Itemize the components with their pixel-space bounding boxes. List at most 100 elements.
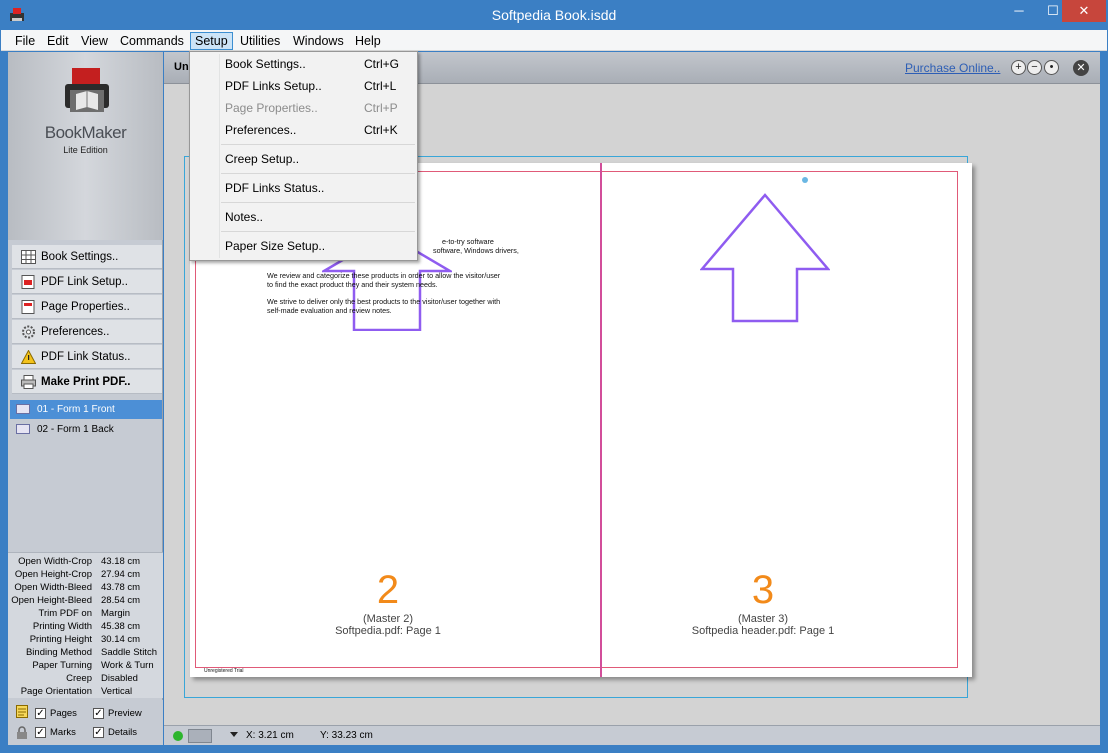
checkbox-box: ✓ bbox=[35, 727, 46, 738]
zoom-fit-icon[interactable]: • bbox=[1044, 60, 1059, 75]
make-print-pdf-button[interactable]: Make Print PDF.. bbox=[12, 370, 162, 394]
preferences-button[interactable]: Preferences.. bbox=[12, 320, 162, 344]
menu-edit[interactable]: Edit bbox=[43, 32, 73, 50]
page-master-right: (Master 3) bbox=[737, 613, 789, 625]
menu-help[interactable]: Help bbox=[351, 32, 385, 50]
info-row: Page Orientation Vertical bbox=[8, 685, 163, 698]
info-row: Open Width-Crop 43.18 cm bbox=[8, 555, 163, 568]
menu-item-page-properties: Page Properties.. Ctrl+P bbox=[191, 97, 417, 119]
fold-line bbox=[600, 163, 602, 677]
logo-panel: BookMaker Lite Edition bbox=[8, 52, 163, 240]
info-value: 43.78 cm bbox=[101, 582, 141, 593]
zoom-in-icon[interactable]: + bbox=[1011, 60, 1026, 75]
menu-commands[interactable]: Commands bbox=[116, 32, 188, 50]
info-key: Creep bbox=[66, 673, 92, 684]
menu-windows[interactable]: Windows bbox=[289, 32, 348, 50]
menu-item-label: Page Properties.. bbox=[225, 101, 318, 115]
logo-title: BookMaker bbox=[44, 123, 127, 142]
spread-icon bbox=[16, 424, 30, 434]
printer-icon bbox=[21, 375, 36, 389]
info-key: Open Width-Crop bbox=[18, 556, 92, 567]
preview-checkbox-label: Preview bbox=[108, 708, 142, 719]
menu-setup[interactable]: Setup bbox=[190, 32, 233, 50]
menu-item-creep-setup[interactable]: Creep Setup.. bbox=[191, 148, 417, 170]
info-value: 27.94 cm bbox=[101, 569, 141, 580]
status-bar: X: 3.21 cm Y: 33.23 cm bbox=[164, 725, 1100, 745]
info-row: Creep Disabled bbox=[8, 672, 163, 685]
spread-icon bbox=[16, 404, 30, 414]
pages-checkbox[interactable]: ✓ Pages bbox=[35, 707, 77, 720]
book-settings-label: Book Settings.. bbox=[41, 251, 119, 263]
page-item-form1-front[interactable]: 01 - Form 1 Front bbox=[10, 400, 162, 419]
pages-list: 01 - Form 1 Front 02 - Form 1 Back bbox=[10, 398, 162, 548]
menu-utilities[interactable]: Utilities bbox=[236, 32, 284, 50]
details-checkbox[interactable]: ✓ Details bbox=[93, 726, 137, 739]
preview-checkbox[interactable]: ✓ Preview bbox=[93, 707, 142, 720]
info-row: Open Height-Bleed 28.54 cm bbox=[8, 594, 163, 607]
menu-item-pdf-links-status[interactable]: PDF Links Status.. bbox=[191, 177, 417, 199]
trial-footer: Unregistered Trial bbox=[204, 668, 244, 674]
menu-file[interactable]: File bbox=[11, 32, 39, 50]
page-properties-button[interactable]: Page Properties.. bbox=[12, 295, 162, 319]
page-number-right: 3 bbox=[751, 568, 775, 612]
cursor-x: X: 3.21 cm bbox=[246, 730, 294, 741]
menu-item-label: Book Settings.. bbox=[225, 57, 306, 71]
marks-checkbox-label: Marks bbox=[50, 727, 76, 738]
menu-view[interactable]: View bbox=[77, 32, 112, 50]
menu-bar: File Edit View Commands Setup Utilities … bbox=[1, 30, 1107, 51]
menu-item-label: PDF Links Setup.. bbox=[225, 79, 322, 93]
zoom-out-icon[interactable]: − bbox=[1027, 60, 1042, 75]
pdf-icon bbox=[21, 275, 35, 289]
menu-item-book-settings[interactable]: Book Settings.. Ctrl+G bbox=[191, 53, 417, 75]
menu-item-shortcut: Ctrl+L bbox=[364, 79, 397, 93]
info-key: Printing Width bbox=[32, 621, 92, 632]
close-document-icon[interactable]: ✕ bbox=[1073, 60, 1089, 76]
gear-icon bbox=[22, 325, 35, 339]
checkbox-box: ✓ bbox=[35, 708, 46, 719]
menu-item-label: Preferences.. bbox=[225, 123, 297, 137]
book-settings-button[interactable]: Book Settings.. bbox=[12, 245, 162, 269]
info-key: Page Orientation bbox=[20, 686, 92, 697]
pdf-link-setup-label: PDF Link Setup.. bbox=[41, 276, 128, 288]
minimize-button[interactable]: ─ bbox=[1002, 0, 1036, 22]
info-key: Printing Height bbox=[29, 634, 92, 645]
menu-item-shortcut: Ctrl+P bbox=[364, 101, 398, 115]
info-row: Binding Method Saddle Stitch bbox=[8, 646, 163, 659]
bookmaker-logo-icon bbox=[65, 68, 109, 112]
pdf-link-status-label: PDF Link Status.. bbox=[41, 351, 131, 363]
units-dropdown-icon[interactable] bbox=[230, 732, 238, 737]
preferences-label: Preferences.. bbox=[41, 326, 110, 338]
body-text-line: software, Windows drivers, bbox=[433, 246, 519, 255]
info-row: Printing Width 45.38 cm bbox=[8, 620, 163, 633]
info-row: Open Height-Crop 27.94 cm bbox=[8, 568, 163, 581]
details-checkbox-label: Details bbox=[108, 727, 138, 738]
menu-item-paper-size-setup[interactable]: Paper Size Setup.. bbox=[191, 235, 417, 257]
marks-checkbox[interactable]: ✓ Marks bbox=[35, 726, 76, 739]
purchase-online-link[interactable]: Purchase Online.. bbox=[905, 61, 1000, 75]
menu-item-preferences[interactable]: Preferences.. Ctrl+K bbox=[191, 119, 417, 141]
page-item-label: 02 - Form 1 Back bbox=[37, 424, 114, 435]
window-title: Softpedia Book.isdd bbox=[491, 7, 617, 23]
page-item-form1-back[interactable]: 02 - Form 1 Back bbox=[10, 420, 162, 439]
close-button[interactable]: ✕ bbox=[1062, 0, 1106, 22]
pdf-link-status-button[interactable]: PDF Link Status.. bbox=[12, 345, 162, 369]
make-print-pdf-label: Make Print PDF.. bbox=[41, 376, 131, 388]
notes-icon bbox=[16, 705, 28, 718]
info-key: Binding Method bbox=[25, 647, 92, 658]
info-row: Trim PDF on Margin bbox=[8, 607, 163, 620]
info-row: Printing Height 30.14 cm bbox=[8, 633, 163, 646]
page-marker-icon bbox=[802, 177, 808, 183]
body-text-line: to find the exact product they and their… bbox=[267, 280, 438, 289]
info-value: 30.14 cm bbox=[101, 634, 141, 645]
menu-separator bbox=[221, 173, 415, 174]
document-tab[interactable]: Un bbox=[174, 61, 189, 73]
title-bar: Softpedia Book.isdd ─ ☐ ✕ bbox=[0, 0, 1108, 30]
lock-icon[interactable] bbox=[16, 726, 28, 739]
menu-item-pdf-links-setup[interactable]: PDF Links Setup.. Ctrl+L bbox=[191, 75, 417, 97]
menu-item-notes[interactable]: Notes.. bbox=[191, 206, 417, 228]
pdf-link-setup-button[interactable]: PDF Link Setup.. bbox=[12, 270, 162, 294]
logo-subtitle: Lite Edition bbox=[63, 145, 108, 155]
info-value: Vertical bbox=[101, 686, 133, 697]
info-value: 45.38 cm bbox=[101, 621, 141, 632]
hand-tool-icon[interactable] bbox=[188, 729, 212, 743]
